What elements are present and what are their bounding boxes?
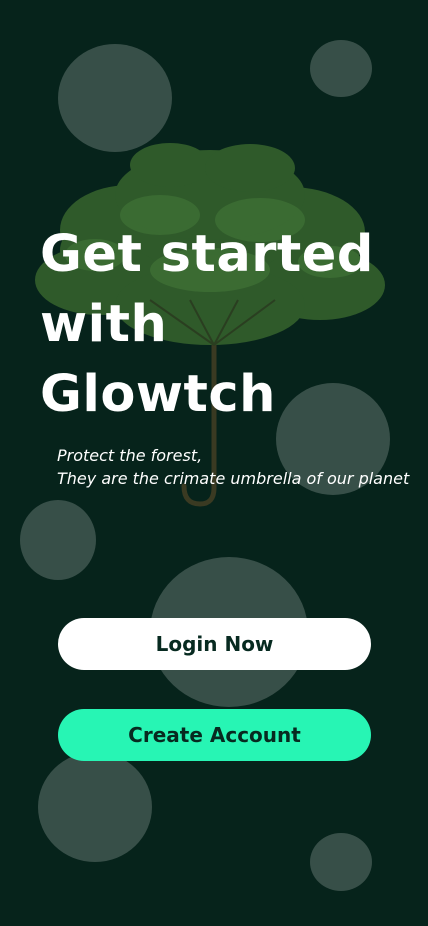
tagline-line-1: Protect the forest, xyxy=(57,446,203,465)
decorative-bubble xyxy=(38,752,152,862)
tagline: Protect the forest, They are the crimate… xyxy=(57,444,417,490)
decorative-bubble xyxy=(310,833,372,891)
welcome-screen: Get started with Glowtch Protect the for… xyxy=(0,0,428,926)
create-account-button[interactable]: Create Account xyxy=(58,709,371,761)
page-title: Get started with Glowtch xyxy=(40,225,374,424)
tagline-line-2: They are the crimate umbrella of our pla… xyxy=(57,469,410,488)
login-button[interactable]: Login Now xyxy=(58,618,371,670)
decorative-bubble xyxy=(20,500,96,580)
